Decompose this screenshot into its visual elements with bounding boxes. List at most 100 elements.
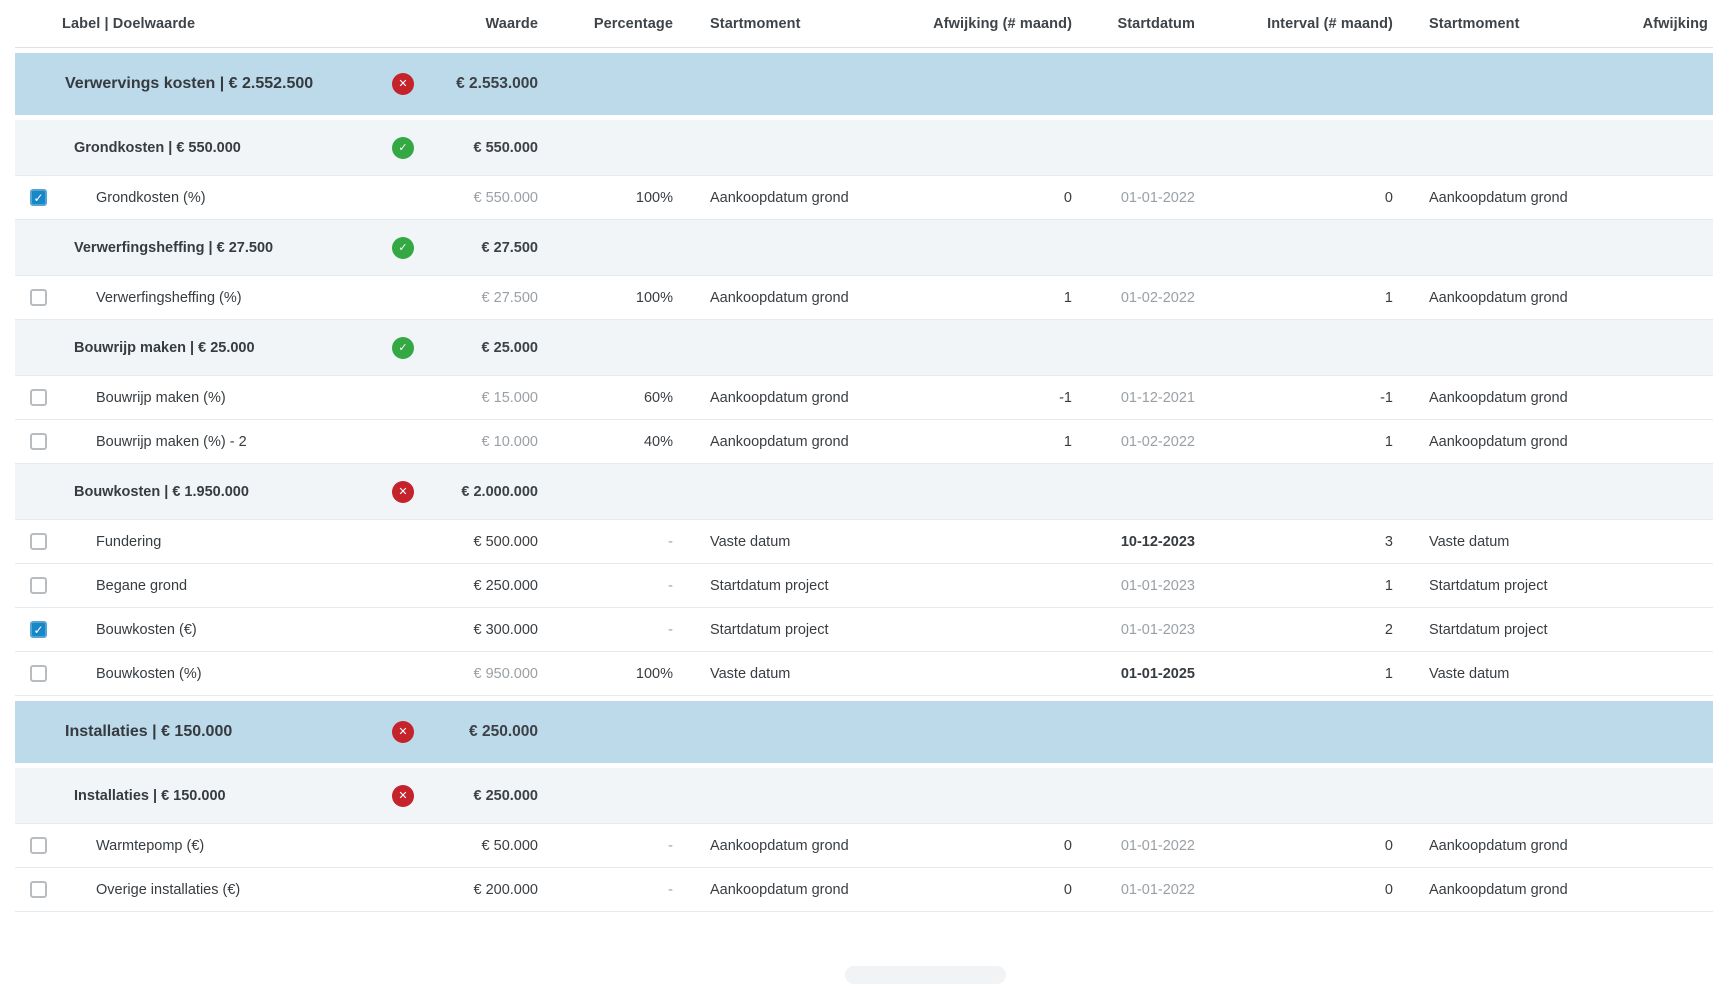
table-row[interactable]: ✓ Grondkosten (%) € 550.000100% Aankoopdatu… [15, 176, 1713, 220]
cell-waarde: € 550.000 [430, 190, 538, 206]
table-row[interactable]: ✓Bouwkosten (€)€ 300.000-Startdatum proj… [15, 608, 1713, 652]
table-header-row: Label | DoelwaardeWaardePercentageStartm… [15, 0, 1713, 48]
cell-percentage: - [538, 578, 673, 594]
status-error-icon: ✕ [392, 721, 414, 743]
status-cell: ✕ [392, 73, 430, 95]
cell-percentage: 100% [538, 666, 673, 682]
status-error-icon: ✕ [392, 73, 414, 95]
table-row[interactable]: Warmtepomp (€)€ 50.000-Aankoopdatum gron… [15, 824, 1713, 868]
row-checkbox[interactable] [30, 433, 47, 450]
table-row[interactable]: Bouwkosten (%) € 950.000100%Vaste datum 01… [15, 652, 1713, 696]
status-error-icon: ✕ [392, 481, 414, 503]
cell-percentage: 100% [538, 190, 673, 206]
checkbox-cell [15, 665, 62, 682]
row-label: Overige installaties (€) [62, 882, 392, 898]
row-checkbox[interactable]: ✓ [30, 189, 47, 206]
row-checkbox[interactable] [30, 533, 47, 550]
row-checkbox[interactable] [30, 289, 47, 306]
table-row[interactable]: Bouwrijp maken (%) - 2€ 10.00040%Aankoop… [15, 420, 1713, 464]
status-ok-icon: ✓ [392, 337, 414, 359]
cell-waarde: € 300.000 [430, 622, 538, 638]
row-checkbox[interactable] [30, 389, 47, 406]
checkbox-cell [15, 433, 62, 450]
cell-startmoment: Vaste datum [673, 534, 900, 550]
row-checkbox[interactable] [30, 881, 47, 898]
checkbox-cell [15, 577, 62, 594]
checkbox-cell [15, 389, 62, 406]
section-row-sub[interactable]: Bouwrijp maken | € 25.000✓€ 25.000 [15, 320, 1713, 376]
status-ok-icon: ✓ [392, 237, 414, 259]
cell-startmoment2: Aankoopdatum grond [1393, 190, 1641, 206]
cell-percentage: - [538, 882, 673, 898]
row-checkbox[interactable] [30, 837, 47, 854]
section-waarde: € 250.000 [430, 723, 538, 741]
cell-afwijking: 0 [900, 190, 1072, 206]
section-label: Verwerfingsheffing | € 27.500 [15, 240, 392, 256]
cell-interval: 0 [1195, 882, 1393, 898]
section-waarde: € 250.000 [430, 788, 538, 804]
cell-interval: 2 [1195, 622, 1393, 638]
section-label: Installaties | € 150.000 [15, 723, 392, 741]
checkbox-cell [15, 837, 62, 854]
cell-waarde: € 950.000 [430, 666, 538, 682]
cell-afwijking: 0 [900, 882, 1072, 898]
section-row-sub[interactable]: Installaties | € 150.000✕€ 250.000 [15, 768, 1713, 824]
row-checkbox[interactable] [30, 665, 47, 682]
column-header-startmoment2: Startmoment [1393, 16, 1641, 32]
cell-interval: 0 [1195, 838, 1393, 854]
row-label: Grondkosten (%) [62, 190, 392, 206]
status-cell: ✓ [392, 337, 430, 359]
column-header-startmoment: Startmoment [673, 16, 900, 32]
cell-startmoment: Aankoopdatum grond [673, 434, 900, 450]
cell-startmoment2: Startdatum project [1393, 578, 1641, 594]
column-header-afwijking2: Afwijking [1641, 16, 1713, 32]
cell-startmoment: Aankoopdatum grond [673, 838, 900, 854]
cost-planning-table: Label | DoelwaardeWaardePercentageStartm… [15, 0, 1713, 912]
cell-startmoment2: Vaste datum [1393, 534, 1641, 550]
section-waarde: € 2.553.000 [430, 75, 538, 93]
cell-startmoment: Startdatum project [673, 578, 900, 594]
cell-interval: 0 [1195, 190, 1393, 206]
section-label: Bouwrijp maken | € 25.000 [15, 340, 392, 356]
checkbox-cell [15, 289, 62, 306]
checkbox-cell: ✓ [15, 189, 62, 206]
cell-startmoment: Vaste datum [673, 666, 900, 682]
row-label: Bouwkosten (%) [62, 666, 392, 682]
table-row[interactable]: Verwerfingsheffing (%)€ 27.500100%Aankoo… [15, 276, 1713, 320]
section-label: Verwervings kosten | € 2.552.500 [15, 75, 392, 93]
cell-startdatum: 10-12-2023 [1072, 534, 1195, 550]
section-row-top[interactable]: Verwervings kosten | € 2.552.500✕ € 2.553… [15, 53, 1713, 115]
status-cell: ✕ [392, 481, 430, 503]
horizontal-scrollbar-thumb[interactable] [845, 966, 1006, 984]
cell-percentage: 40% [538, 434, 673, 450]
cell-startdatum: 01-12-2021 [1072, 390, 1195, 406]
column-header-percentage: Percentage [538, 16, 673, 32]
cell-startdatum: 01-01-2022 [1072, 838, 1195, 854]
cell-afwijking: 1 [900, 290, 1072, 306]
section-row-sub[interactable]: Grondkosten | € 550.000✓€ 550.000 [15, 120, 1713, 176]
row-label: Bouwrijp maken (%) [62, 390, 392, 406]
section-row-top[interactable]: Installaties | € 150.000✕ € 250.000 [15, 701, 1713, 763]
status-error-icon: ✕ [392, 785, 414, 807]
row-checkbox[interactable] [30, 577, 47, 594]
status-cell: ✕ [392, 721, 430, 743]
status-cell: ✓ [392, 137, 430, 159]
section-waarde: € 2.000.000 [430, 484, 538, 500]
cell-percentage: 60% [538, 390, 673, 406]
checkbox-cell [15, 881, 62, 898]
table-row[interactable]: Bouwrijp maken (%)€ 15.00060%Aankoopdatu… [15, 376, 1713, 420]
table-row[interactable]: Overige installaties (€)€ 200.000-Aankoo… [15, 868, 1713, 912]
row-checkbox[interactable]: ✓ [30, 621, 47, 638]
cell-startdatum: 01-01-2025 [1072, 666, 1195, 682]
section-row-sub[interactable]: Bouwkosten | € 1.950.000✕€ 2.000.000 [15, 464, 1713, 520]
section-row-sub[interactable]: Verwerfingsheffing | € 27.500✓€ 27.500 [15, 220, 1713, 276]
row-label: Bouwrijp maken (%) - 2 [62, 434, 392, 450]
column-header-afwijking: Afwijking (# maand) [900, 16, 1072, 32]
table-row[interactable]: Begane grond€ 250.000-Startdatum project… [15, 564, 1713, 608]
cell-afwijking: 0 [900, 838, 1072, 854]
cell-startdatum: 01-01-2023 [1072, 622, 1195, 638]
cell-afwijking: -1 [900, 390, 1072, 406]
cell-interval: 1 [1195, 434, 1393, 450]
table-row[interactable]: Fundering€ 500.000-Vaste datum10-12-2023… [15, 520, 1713, 564]
table-body: Verwervings kosten | € 2.552.500✕€ 2.553… [15, 53, 1713, 912]
